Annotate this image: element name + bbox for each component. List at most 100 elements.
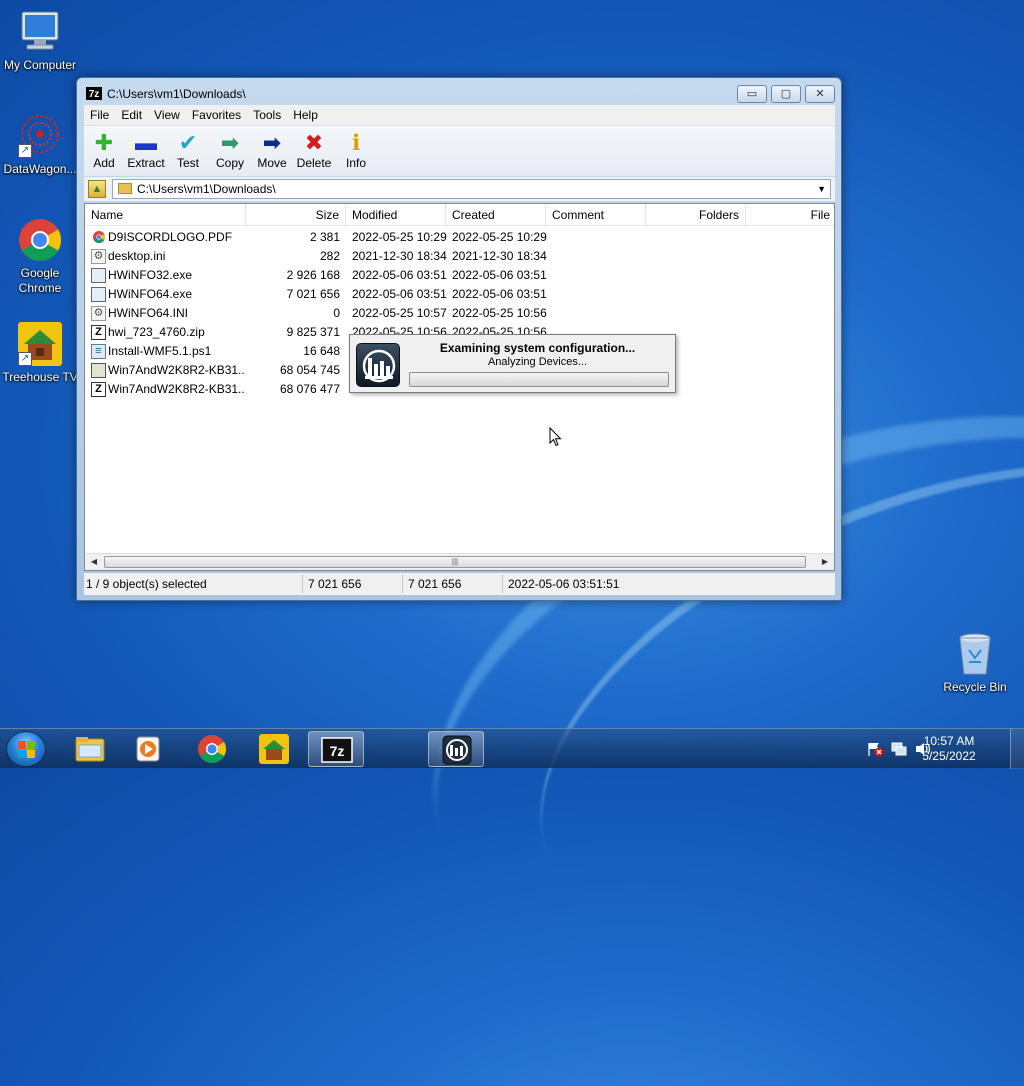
title-bar[interactable]: 7z C:\Users\vm1\Downloads\ ▭ ▢ ✕ xyxy=(77,78,841,108)
chrome-icon xyxy=(16,216,64,264)
table-row[interactable]: ⚙ HWiNFO64.INI 0 2022-05-25 10:57 2022-0… xyxy=(85,304,834,323)
file-size: 7 021 656 xyxy=(286,287,340,301)
file-name: HWiNFO32.exe xyxy=(108,268,193,282)
file-created: 2022-05-25 10:29 xyxy=(452,230,547,244)
file-created: 2022-05-25 10:56 xyxy=(452,306,547,320)
dialog-status: Analyzing Devices... xyxy=(487,356,588,368)
move-icon: ➡ xyxy=(262,130,282,155)
treehouse-icon: ↗ xyxy=(16,320,64,368)
horizontal-scrollbar[interactable]: ◀ ||| ▶ xyxy=(85,553,834,570)
taskbar-7zip[interactable]: 7z xyxy=(308,731,364,767)
status-divider xyxy=(302,575,303,593)
script-icon: ≡ xyxy=(91,344,106,359)
taskbar-hwinfo[interactable] xyxy=(428,731,484,767)
desktop-icon-datawagon[interactable]: ↗ DataWagon... xyxy=(0,112,80,177)
taskbar-explorer[interactable] xyxy=(62,731,118,767)
delete-label: Delete xyxy=(296,156,332,170)
scroll-left-icon[interactable]: ◀ xyxy=(86,555,102,569)
file-name: HWiNFO64.exe xyxy=(108,287,193,301)
shortcut-arrow-icon: ↗ xyxy=(18,352,32,366)
table-row[interactable]: HWiNFO32.exe 2 926 168 2022-05-06 03:51 … xyxy=(85,266,834,285)
info-button[interactable]: ℹ Info xyxy=(334,130,378,174)
desktop-icon-label: Treehouse TV xyxy=(2,370,78,384)
file-modified: 2021-12-30 18:34 xyxy=(352,249,447,263)
minimize-button[interactable]: ▭ xyxy=(737,85,767,103)
zip-icon: Z xyxy=(91,325,106,340)
menu-tools[interactable]: Tools xyxy=(247,105,287,122)
copy-icon: ➡ xyxy=(220,130,240,155)
add-button[interactable]: ✚ Add xyxy=(82,130,126,174)
taskbar-treehouse[interactable] xyxy=(246,731,302,767)
desktop-icon-recycle-bin[interactable]: Recycle Bin xyxy=(935,630,1015,695)
status-size: 7 021 656 xyxy=(308,577,362,591)
taskbar: 7z 10:57 AM 5/25/2022 xyxy=(0,728,1024,769)
file-created: 2021-12-30 18:34 xyxy=(452,249,547,263)
taskbar-chrome[interactable] xyxy=(184,731,240,767)
address-bar: ▲ C:\Users\vm1\Downloads\ ▼ xyxy=(84,177,835,201)
move-label: Move xyxy=(257,156,287,170)
desktop-icon-label: My Computer xyxy=(3,58,77,72)
file-size: 2 926 168 xyxy=(286,268,340,282)
taskbar-media-player[interactable] xyxy=(120,731,176,767)
settings-file-icon: ⚙ xyxy=(91,249,106,264)
column-name[interactable]: Name xyxy=(85,204,246,226)
column-file[interactable]: File xyxy=(746,204,834,226)
file-size: 2 381 xyxy=(309,230,340,244)
file-created: 2022-05-06 03:51 xyxy=(452,287,547,301)
progress-bar xyxy=(409,372,669,387)
file-modified: 2022-05-25 10:57 xyxy=(352,306,447,320)
taskbar-clock[interactable]: 10:57 AM 5/25/2022 xyxy=(914,734,984,764)
desktop-icon-treehouse-tv[interactable]: ↗ Treehouse TV xyxy=(0,320,80,385)
media-player-icon xyxy=(136,736,160,762)
network-icon[interactable] xyxy=(890,741,908,757)
menu-help[interactable]: Help xyxy=(287,105,324,122)
computer-icon xyxy=(16,8,64,56)
file-name: HWiNFO64.INI xyxy=(108,306,189,320)
svg-text:7z: 7z xyxy=(330,743,345,759)
close-button[interactable]: ✕ xyxy=(805,85,835,103)
move-button[interactable]: ➡ Move xyxy=(250,130,294,174)
hwinfo-loading-dialog: Examining system configuration... Analyz… xyxy=(349,334,676,393)
address-input[interactable]: C:\Users\vm1\Downloads\ ▼ xyxy=(112,179,831,199)
status-bar: 1 / 9 object(s) selected 7 021 656 7 021… xyxy=(84,573,835,595)
file-modified: 2022-05-06 03:51 xyxy=(352,268,447,282)
test-button[interactable]: ✔ Test xyxy=(166,130,210,174)
column-comment[interactable]: Comment xyxy=(546,204,646,226)
file-size: 0 xyxy=(333,306,340,320)
table-row[interactable]: HWiNFO64.exe 7 021 656 2022-05-06 03:51 … xyxy=(85,285,834,304)
column-folders[interactable]: Folders xyxy=(646,204,746,226)
menu-file[interactable]: File xyxy=(84,105,115,122)
hwinfo-icon xyxy=(356,343,400,387)
desktop-icon-google-chrome[interactable]: Google Chrome xyxy=(0,216,80,296)
copy-button[interactable]: ➡ Copy xyxy=(208,130,252,174)
extract-button[interactable]: ▬ Extract xyxy=(124,130,168,174)
scrollbar-thumb[interactable]: ||| xyxy=(104,556,806,568)
settings-file-icon: ⚙ xyxy=(91,306,106,321)
maximize-button[interactable]: ▢ xyxy=(771,85,801,103)
chrome-icon xyxy=(198,735,226,763)
chevron-down-icon[interactable]: ▼ xyxy=(817,180,826,198)
table-row[interactable]: D9ISCORDLOGO.PDF 2 381 2022-05-25 10:29 … xyxy=(85,228,834,247)
column-size[interactable]: Size xyxy=(246,204,346,226)
start-button[interactable] xyxy=(6,731,46,767)
column-modified[interactable]: Modified xyxy=(346,204,446,226)
menu-view[interactable]: View xyxy=(148,105,186,122)
file-size: 68 076 477 xyxy=(279,382,340,396)
table-row[interactable]: ⚙ desktop.ini 282 2021-12-30 18:34 2021-… xyxy=(85,247,834,266)
scroll-right-icon[interactable]: ▶ xyxy=(817,555,833,569)
file-name: hwi_723_4760.zip xyxy=(108,325,205,339)
menu-bar: File Edit View Favorites Tools Help xyxy=(84,105,835,126)
show-desktop-button[interactable] xyxy=(1010,729,1024,769)
desktop-icon-my-computer[interactable]: My Computer xyxy=(0,8,80,73)
hwinfo-icon xyxy=(442,735,472,765)
action-center-icon[interactable] xyxy=(866,741,884,757)
menu-favorites[interactable]: Favorites xyxy=(186,105,247,122)
up-folder-button[interactable]: ▲ xyxy=(88,180,106,198)
file-size: 9 825 371 xyxy=(286,325,340,339)
menu-edit[interactable]: Edit xyxy=(115,105,148,122)
column-created[interactable]: Created xyxy=(446,204,546,226)
delete-button[interactable]: ✖ Delete xyxy=(292,130,336,174)
clock-time: 10:57 AM xyxy=(923,734,975,748)
dialog-title: Examining system configuration... xyxy=(439,341,636,355)
mouse-cursor-icon xyxy=(549,427,562,447)
